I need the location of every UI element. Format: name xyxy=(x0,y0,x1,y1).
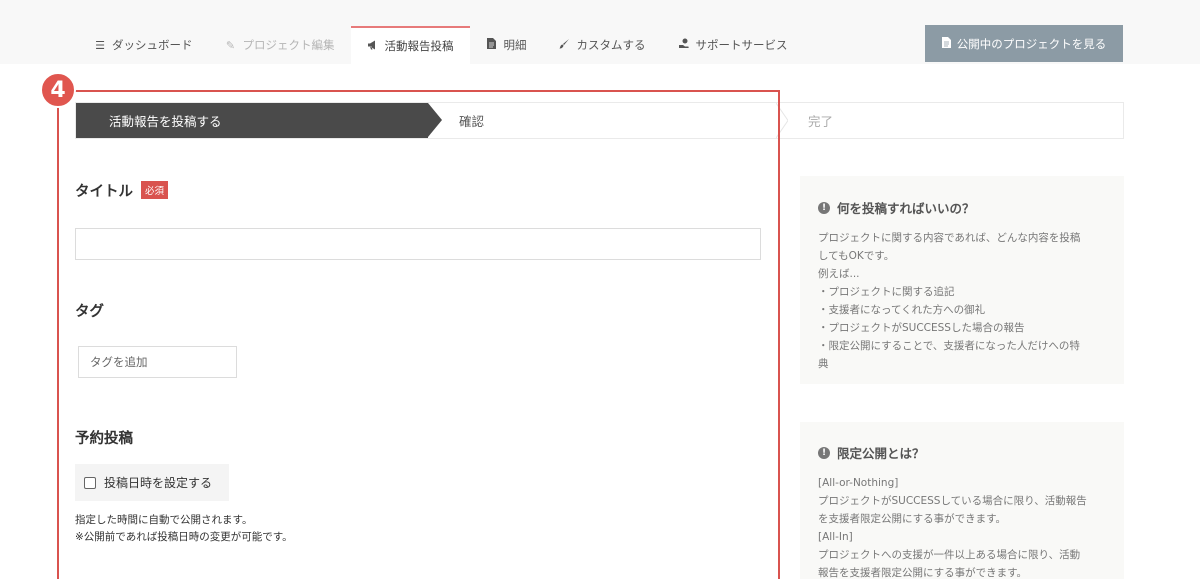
tab-project-edit[interactable]: ✎ プロジェクト編集 xyxy=(209,26,351,64)
brush-icon xyxy=(559,38,571,52)
help-line: ・プロジェクトがSUCCESSした場合の報告 xyxy=(818,322,1025,334)
help-line: してもOKです。 xyxy=(818,250,895,262)
tab-label: プロジェクト編集 xyxy=(242,38,335,52)
tab-customize[interactable]: カスタムする xyxy=(543,26,662,64)
help-line: 報告を支援者限定公開にする事ができます。 xyxy=(818,567,1028,579)
help-line: プロジェクトに関する内容であれば、どんな内容を投稿 xyxy=(818,232,1081,244)
info-icon: ! xyxy=(818,446,830,459)
annotation-highlight xyxy=(57,90,780,579)
help-box-title-text: 限定公開とは？ xyxy=(837,446,925,461)
tab-label: カスタムする xyxy=(576,38,646,52)
megaphone-icon xyxy=(367,40,379,53)
tab-label: サポートサービス xyxy=(695,38,788,52)
top-navigation: ☰ ダッシュボード ✎ プロジェクト編集 活動報告投稿 明細 カスタムする サポ… xyxy=(0,0,1200,64)
tab-dashboard[interactable]: ☰ ダッシュボード xyxy=(78,26,209,64)
menu-icon: ☰ xyxy=(95,38,105,52)
tab-details[interactable]: 明細 xyxy=(470,26,543,64)
help-line: プロジェクトがSUCCESSしている場合に限り、活動報告 xyxy=(818,495,1087,507)
help-box-title: ! 何を投稿すればいいの？ xyxy=(818,198,1106,217)
tab-support[interactable]: サポートサービス xyxy=(662,26,804,64)
handshake-icon xyxy=(678,38,690,52)
tab-label: 明細 xyxy=(503,38,527,52)
help-line: 例えば... xyxy=(818,268,860,280)
help-box-title-text: 何を投稿すればいいの？ xyxy=(837,201,975,216)
help-line: ・限定公開にすることで、支援者になった人だけへの特 xyxy=(818,340,1080,352)
public-button-label: 公開中のプロジェクトを見る xyxy=(956,36,1107,51)
tab-activity-report[interactable]: 活動報告投稿 xyxy=(350,26,470,64)
help-line: [All-In] xyxy=(818,531,853,543)
help-line: プロジェクトへの支援が一件以上ある場合に限り、活動 xyxy=(818,549,1081,561)
annotation-badge: 4 xyxy=(40,72,76,108)
help-box-title: ! 限定公開とは？ xyxy=(818,443,1106,462)
help-line: を支援者限定公開にする事ができます。 xyxy=(818,513,1007,525)
help-line: 典 xyxy=(818,358,829,370)
pencil-icon: ✎ xyxy=(225,38,236,52)
help-line: [All-or-Nothing] xyxy=(818,477,899,489)
tab-label: 活動報告投稿 xyxy=(384,39,454,53)
step-label: 完了 xyxy=(808,114,834,129)
view-public-project-button[interactable]: 公開中のプロジェクトを見る xyxy=(925,25,1123,62)
document-icon xyxy=(486,38,498,52)
help-line: ・支援者になってくれた方への御礼 xyxy=(818,304,986,316)
info-icon: ! xyxy=(818,201,830,214)
tab-label: ダッシュボード xyxy=(112,38,193,52)
step-complete: 完了 xyxy=(808,103,833,138)
help-line: ・プロジェクトに関する追記 xyxy=(818,286,955,298)
help-box-limited-publish: ! 限定公開とは？ [All-or-Nothing] プロジェクトがSUCCES… xyxy=(800,422,1124,579)
help-box-what-to-post: ! 何を投稿すればいいの？ プロジェクトに関する内容であれば、どんな内容を投稿 … xyxy=(800,176,1124,384)
nav-tabs: ☰ ダッシュボード ✎ プロジェクト編集 活動報告投稿 明細 カスタムする サポ… xyxy=(78,26,804,64)
document-icon xyxy=(941,36,951,51)
